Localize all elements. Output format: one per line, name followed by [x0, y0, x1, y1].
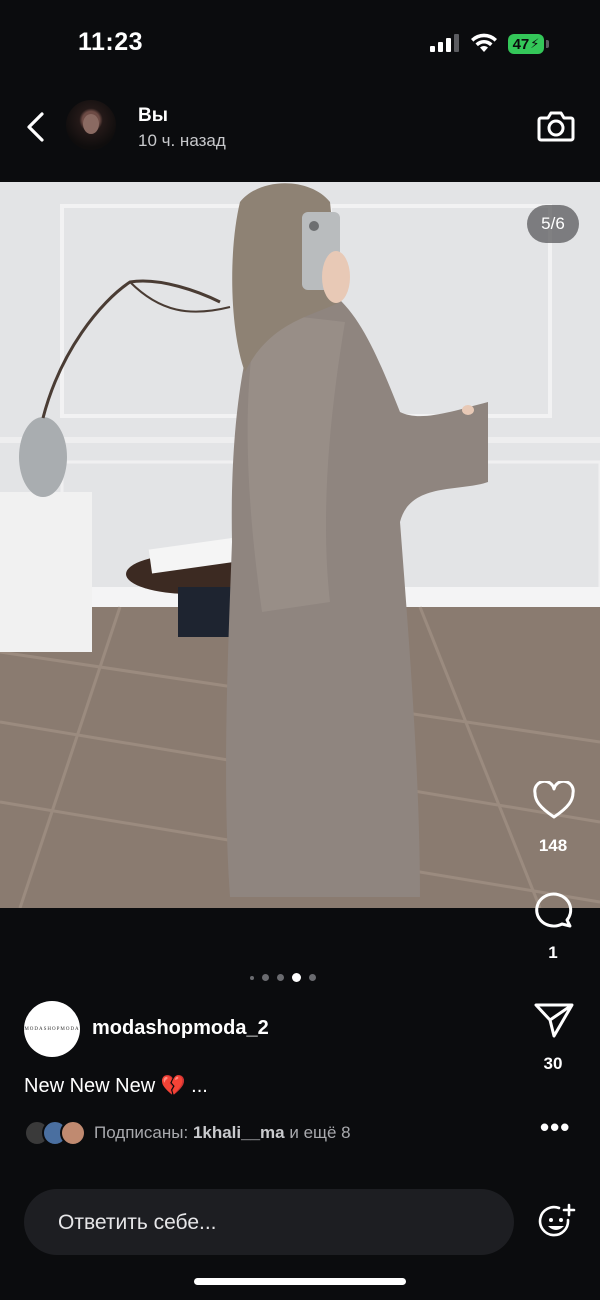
more-options-icon[interactable]: •••: [540, 1112, 570, 1143]
abaya-product-photo: [0, 182, 600, 908]
followers-suffix: и ещё 8: [284, 1123, 351, 1142]
page-dot: [250, 975, 254, 980]
comments-count: 1: [548, 943, 558, 962]
status-time: 11:23: [78, 28, 144, 56]
reply-bar[interactable]: [24, 1189, 514, 1257]
battery-indicator: 47 ⚡: [508, 34, 544, 54]
page-dot: [262, 974, 269, 981]
reply-input[interactable]: [56, 1189, 490, 1257]
shop-logo[interactable]: MODASHOPMODA: [24, 1001, 80, 1057]
post-caption[interactable]: New New New 💔 ...: [24, 1073, 208, 1098]
back-chevron-icon[interactable]: [22, 110, 50, 144]
home-indicator: [194, 1278, 406, 1285]
page-dot-active: [292, 973, 301, 982]
battery-cap: [546, 40, 549, 48]
comment-bubble-icon[interactable]: [533, 889, 575, 929]
cellular-signal-icon: [430, 34, 459, 52]
add-emoji-icon[interactable]: [538, 1203, 576, 1241]
charging-bolt-icon: ⚡: [530, 36, 540, 51]
story-author-name[interactable]: Вы: [138, 105, 168, 127]
heart-icon[interactable]: [533, 781, 575, 821]
battery-level: 47: [512, 35, 530, 53]
wifi-icon: [471, 33, 497, 52]
shop-logo-text: MODASHOPMODA: [24, 1026, 80, 1032]
page-dot: [309, 974, 316, 981]
follower-name: 1khali__ma: [192, 1123, 285, 1142]
story-timestamp: 10 ч. назад: [138, 131, 226, 150]
follower-avatar: [60, 1120, 86, 1146]
shares-count: 30: [543, 1054, 563, 1073]
story-photo[interactable]: [0, 182, 600, 908]
shop-account-name[interactable]: modashopmoda_2: [92, 1017, 269, 1040]
followers-text: Подписаны: 1khali__ma и ещё 8: [94, 1123, 351, 1143]
send-paper-plane-icon[interactable]: [533, 1000, 575, 1040]
page-dot: [277, 974, 284, 981]
followers-prefix: Подписаны:: [94, 1123, 193, 1142]
author-avatar[interactable]: [66, 100, 116, 150]
followers-row[interactable]: Подписаны: 1khali__ma и ещё 8: [24, 1120, 351, 1146]
carousel-dots: [250, 973, 316, 982]
slide-counter: 5/6: [527, 205, 579, 243]
camera-icon[interactable]: [536, 106, 576, 146]
likes-count: 148: [538, 836, 568, 855]
